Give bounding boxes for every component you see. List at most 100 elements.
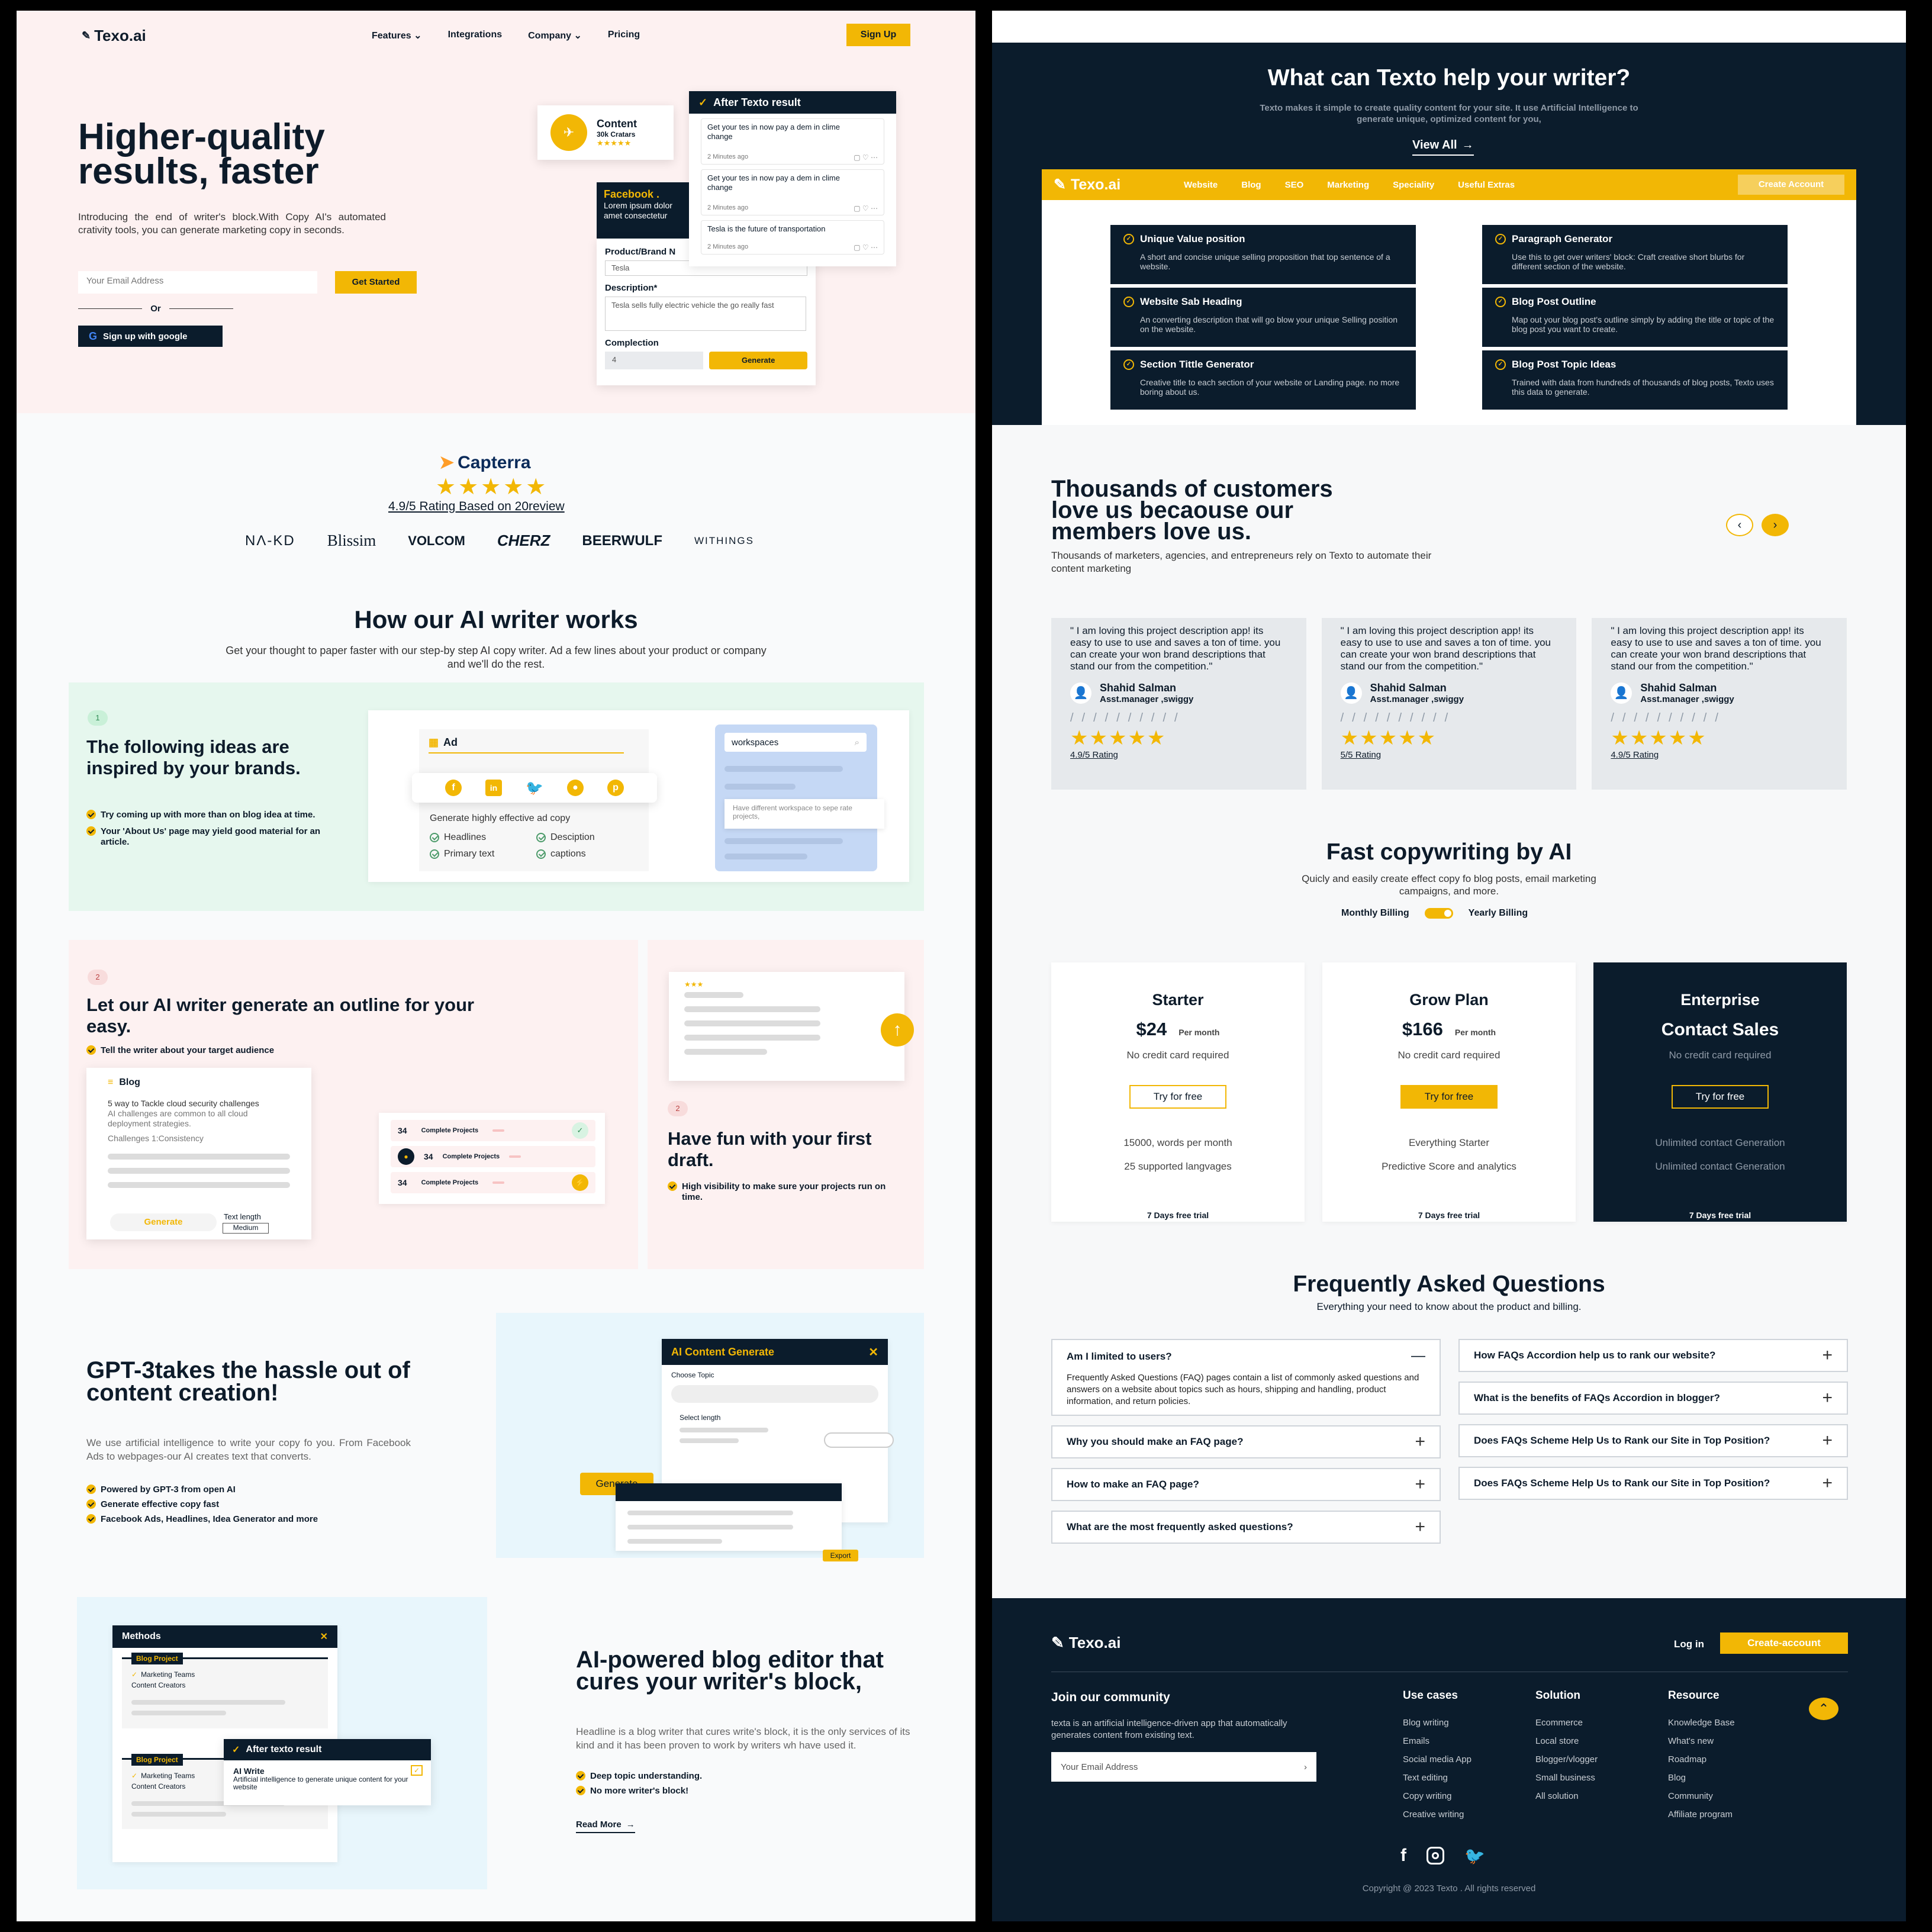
linkedin-icon[interactable]: in (485, 780, 503, 796)
footer-link[interactable]: Creative writing (1403, 1809, 1535, 1820)
tab-marketing[interactable]: Marketing (1327, 180, 1369, 190)
signup-button[interactable]: Sign Up (846, 24, 910, 46)
billing-switch[interactable] (1424, 908, 1453, 919)
try-free-button[interactable]: Try for free (1400, 1085, 1498, 1109)
faq-item[interactable]: How FAQs Accordion help us to rank our w… (1458, 1339, 1848, 1372)
rating-link[interactable]: 4.9/5 Rating (1070, 750, 1287, 760)
plus-icon[interactable]: + (1822, 1345, 1833, 1366)
faq-item[interactable]: Does FAQs Scheme Help Us to Rank our Sit… (1458, 1467, 1848, 1500)
plus-icon[interactable]: + (1822, 1431, 1833, 1451)
length-pill[interactable] (824, 1432, 894, 1448)
instagram-icon[interactable] (1427, 1847, 1444, 1865)
checkbox-icon[interactable]: ✓ (411, 1765, 423, 1776)
nav-features[interactable]: Features ⌄ (372, 30, 422, 41)
tab-speciality[interactable]: Speciality (1393, 180, 1434, 190)
feature-card[interactable]: ✓ Unique Value position A short and concis… (1110, 225, 1416, 284)
faq-open-item[interactable]: Am I limited to users? — Frequently Asked… (1051, 1339, 1441, 1416)
footer-link[interactable]: Blog writing (1403, 1718, 1535, 1728)
result-actions-icon[interactable]: ▢ ♡ ⋯ (854, 153, 878, 162)
tab-website[interactable]: Website (1184, 180, 1218, 190)
create-account-button[interactable]: Create Account (1738, 175, 1844, 195)
try-free-button[interactable]: Try for free (1672, 1085, 1769, 1109)
opt-headlines[interactable]: Headlines (444, 832, 486, 843)
opt-captions[interactable]: captions (550, 849, 586, 859)
plus-icon[interactable]: + (1822, 1388, 1833, 1408)
footer-link[interactable]: Text editing (1403, 1773, 1535, 1783)
feature-card[interactable]: ✓ Section Tittle Generator Creative title … (1110, 350, 1416, 410)
scroll-top-button[interactable]: ⌃ (1809, 1698, 1838, 1720)
get-started-button[interactable]: Get Started (335, 271, 417, 294)
footer-link[interactable]: Community (1668, 1791, 1801, 1801)
nav-company[interactable]: Company ⌄ (528, 30, 582, 41)
view-all-link[interactable]: View All → (1412, 139, 1474, 156)
facebook-icon[interactable]: f (445, 780, 462, 796)
plus-icon[interactable]: + (1415, 1517, 1425, 1537)
footer-link[interactable]: Blog (1668, 1773, 1801, 1783)
plus-icon[interactable]: + (1415, 1474, 1425, 1495)
minus-icon[interactable]: — (1411, 1349, 1425, 1363)
faq-item[interactable]: Why you should make an FAQ page? + (1051, 1425, 1441, 1458)
feature-card[interactable]: ✓ Paragraph Generator Use this to get over… (1482, 225, 1788, 284)
nav-integrations[interactable]: Integrations (448, 30, 503, 41)
footer-email-input[interactable]: Your Email Address › (1051, 1752, 1316, 1782)
workspaces-search[interactable]: workspaces ⌕ (724, 733, 867, 752)
footer-link[interactable]: Ecommerce (1535, 1718, 1668, 1728)
opt-description[interactable]: Desciption (550, 832, 595, 843)
carousel-prev-button[interactable]: ‹ (1726, 514, 1753, 536)
twitter-icon[interactable]: 🐦 (1464, 1846, 1485, 1866)
outline-generate-button[interactable]: Generate (110, 1213, 217, 1231)
read-more-link[interactable]: Read More → (576, 1820, 635, 1833)
opt-primary-text[interactable]: Primary text (444, 849, 494, 859)
facebook-icon[interactable]: f (1400, 1846, 1406, 1866)
monthly-billing-label[interactable]: Monthly Billing (1341, 908, 1409, 919)
result-item[interactable]: Get your tes in now pay a dem in clime c… (701, 118, 884, 165)
footer-link[interactable]: All solution (1535, 1791, 1668, 1801)
form-generate-button[interactable]: Generate (709, 352, 807, 369)
capterra-rating[interactable]: 4.9/5 Rating Based on 20review (388, 500, 565, 514)
nav-pricing[interactable]: Pricing (608, 30, 640, 41)
rating-link[interactable]: 4.9/5 Rating (1611, 750, 1828, 760)
close-icon[interactable]: ✕ (868, 1345, 878, 1360)
description-textarea[interactable]: Tesla sells fully electric vehicle the g… (605, 297, 806, 331)
chevron-right-icon[interactable]: › (1304, 1762, 1307, 1772)
result-item[interactable]: Tesla is the future of transportation 2 M… (701, 220, 884, 255)
twitter-icon[interactable]: 🐦 (526, 780, 543, 797)
footer-login-link[interactable]: Log in (1674, 1638, 1704, 1650)
footer-link[interactable]: Roadmap (1668, 1754, 1801, 1764)
tabbar-logo[interactable]: ✎ Texo.ai (1054, 176, 1184, 194)
footer-link[interactable]: Social media App (1403, 1754, 1535, 1764)
arrow-up-icon[interactable]: ↑ (881, 1013, 914, 1046)
plus-icon[interactable]: + (1415, 1432, 1425, 1452)
google-signup-button[interactable]: G Sign up with google (78, 326, 223, 347)
tab-seo[interactable]: SEO (1285, 180, 1304, 190)
faq-item[interactable]: What is the benefits of FAQs Accordion i… (1458, 1382, 1848, 1415)
faq-item[interactable]: Does FAQs Scheme Help Us to Rank our Sit… (1458, 1424, 1848, 1457)
export-button[interactable]: Export (823, 1550, 858, 1561)
footer-link[interactable]: Blogger/vlogger (1535, 1754, 1668, 1764)
footer-link[interactable]: Local store (1535, 1736, 1668, 1746)
footer-link[interactable]: Emails (1403, 1736, 1535, 1746)
reddit-icon[interactable]: ● (566, 780, 584, 796)
pinterest-icon[interactable]: p (607, 780, 624, 796)
footer-link[interactable]: Affiliate program (1668, 1809, 1801, 1820)
footer-create-account-button[interactable]: Create-account (1720, 1632, 1848, 1654)
brand-logo[interactable]: ✎ Texo.ai (82, 27, 146, 45)
tab-blog[interactable]: Blog (1241, 180, 1261, 190)
plus-icon[interactable]: + (1822, 1473, 1833, 1493)
tab-useful-extras[interactable]: Useful Extras (1458, 180, 1515, 190)
close-icon[interactable]: ✕ (320, 1631, 328, 1643)
faq-item[interactable]: How to make an FAQ page? + (1051, 1468, 1441, 1501)
rating-link[interactable]: 5/5 Rating (1341, 750, 1558, 760)
footer-link[interactable]: Copy writing (1403, 1791, 1535, 1801)
text-length-select[interactable]: Medium (223, 1223, 269, 1234)
yearly-billing-label[interactable]: Yearly Billing (1469, 908, 1528, 919)
faq-item[interactable]: What are the most frequently asked quest… (1051, 1511, 1441, 1544)
footer-logo[interactable]: ✎ Texo.ai (1051, 1634, 1120, 1652)
footer-link[interactable]: What's new (1668, 1736, 1801, 1746)
hero-email-input[interactable]: Your Email Address (78, 271, 317, 294)
result-item[interactable]: Get your tes in now pay a dem in clime c… (701, 169, 884, 215)
result-actions-icon[interactable]: ▢ ♡ ⋯ (854, 204, 878, 212)
feature-card[interactable]: ✓ Blog Post Outline Map out your blog post… (1482, 288, 1788, 347)
result-actions-icon[interactable]: ▢ ♡ ⋯ (854, 243, 878, 252)
feature-card[interactable]: ✓ Website Sab Heading An converting descri… (1110, 288, 1416, 347)
